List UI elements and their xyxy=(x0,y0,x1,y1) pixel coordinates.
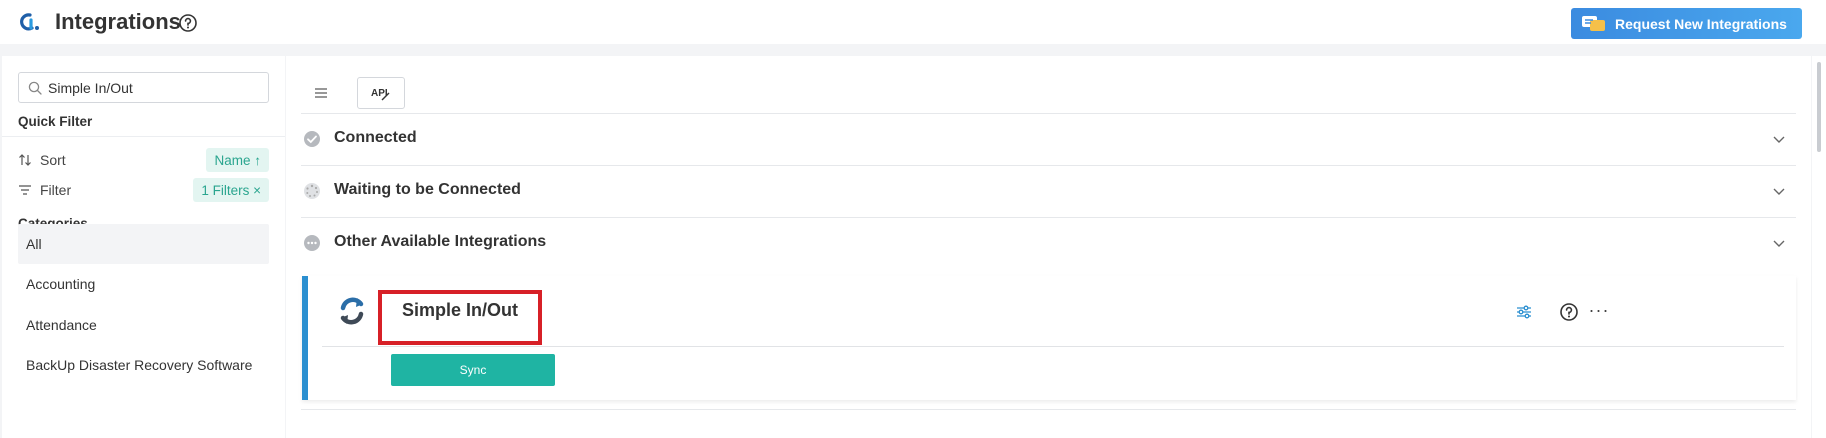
help-icon[interactable] xyxy=(1559,302,1579,322)
loading-icon xyxy=(304,183,320,199)
group-label: Other Available Integrations xyxy=(334,233,547,250)
highlight-box xyxy=(378,290,542,345)
search-icon xyxy=(28,81,42,95)
app-logo-icon xyxy=(20,13,39,31)
settings-sliders-icon[interactable] xyxy=(1515,303,1533,321)
group-connected[interactable]: Connected xyxy=(301,113,1796,165)
sort-label-text: Sort xyxy=(40,152,66,168)
divider xyxy=(2,136,285,137)
api-icon: API xyxy=(371,88,390,101)
request-button-label: Request New Integrations xyxy=(1615,15,1787,32)
chevron-down-icon xyxy=(1773,136,1785,143)
group-label: Connected xyxy=(334,129,417,146)
search-input[interactable] xyxy=(48,78,263,98)
chevron-down-icon xyxy=(1773,188,1785,195)
api-view-button[interactable]: API xyxy=(357,77,405,109)
sort-chip[interactable]: Name ↑ xyxy=(206,148,269,172)
quick-filter-title: Quick Filter xyxy=(18,114,93,129)
top-header: Integrations Request New Integrations xyxy=(0,0,1826,44)
sort-icon xyxy=(19,154,31,166)
category-attendance[interactable]: Attendance xyxy=(18,305,269,345)
more-circle-icon xyxy=(304,235,320,251)
sync-button[interactable]: Sync xyxy=(391,354,555,386)
filter-chip[interactable]: 1 Filters × xyxy=(193,178,269,202)
list-view-icon[interactable] xyxy=(309,81,333,105)
sort-label: Sort xyxy=(18,152,66,168)
chat-request-icon xyxy=(1582,15,1605,31)
more-options-icon[interactable]: ··· xyxy=(1585,296,1613,324)
group-other-available-integrations[interactable]: Other Available Integrations xyxy=(301,217,1796,269)
category-backup-disaster-recovery[interactable]: BackUp Disaster Recovery Software xyxy=(18,345,269,385)
sidebar: Quick Filter Sort Name ↑ Filter 1 Filter… xyxy=(2,56,285,438)
category-accounting[interactable]: Accounting xyxy=(18,264,269,304)
divider xyxy=(301,409,1796,410)
filter-label-text: Filter xyxy=(40,182,72,198)
request-new-integrations-button[interactable]: Request New Integrations xyxy=(1571,8,1802,39)
page-title: Integrations xyxy=(55,9,181,34)
chevron-down-icon xyxy=(1773,240,1785,247)
category-all[interactable]: All xyxy=(18,224,269,264)
scrollbar-thumb[interactable] xyxy=(1817,62,1821,152)
sync-arrows-icon xyxy=(340,297,364,325)
search-box[interactable] xyxy=(18,72,269,103)
group-label: Waiting to be Connected xyxy=(334,181,521,198)
group-waiting-to-be-connected[interactable]: Waiting to be Connected xyxy=(301,165,1796,217)
help-icon[interactable] xyxy=(178,13,198,33)
filter-icon xyxy=(19,185,31,195)
filter-label: Filter xyxy=(18,182,71,198)
divider xyxy=(322,346,1784,347)
scrollbar[interactable] xyxy=(1812,56,1826,438)
main-panel: API Connected Waiting to be Connected Ot… xyxy=(286,56,1811,438)
check-circle-icon xyxy=(304,131,320,147)
